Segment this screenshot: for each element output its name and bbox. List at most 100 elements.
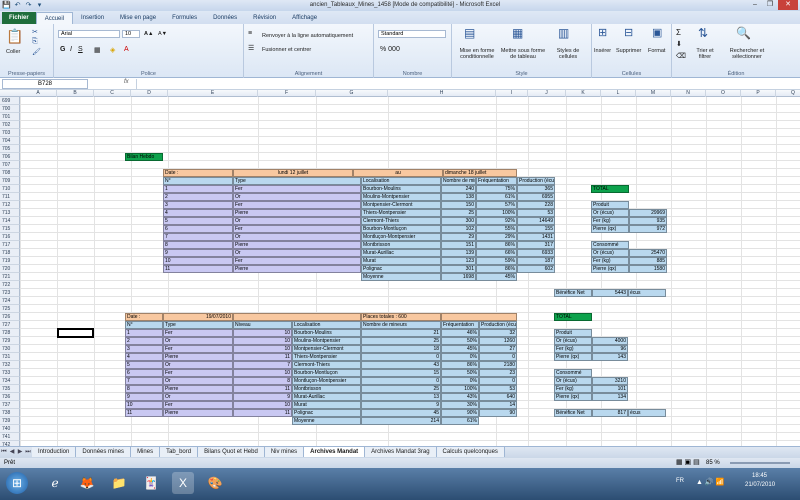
- start-orb-icon[interactable]: ⊞: [6, 472, 28, 494]
- tab-file[interactable]: Fichier: [2, 12, 36, 24]
- align-left-icon[interactable]: ☰: [248, 44, 254, 52]
- t2-benefice-unit[interactable]: écus: [628, 409, 666, 417]
- sort-filter-button[interactable]: Trier et filtrer: [690, 48, 720, 60]
- t2-produit-name[interactable]: Fer (kg): [554, 345, 592, 353]
- tab-data[interactable]: Données: [205, 12, 245, 24]
- sort-filter-icon[interactable]: ⇅: [698, 26, 708, 40]
- t2-places-fill[interactable]: [441, 313, 517, 321]
- row-header[interactable]: 699: [0, 97, 20, 105]
- t1-cell[interactable]: Bourbon-Moulins: [361, 185, 441, 193]
- excel-icon[interactable]: X: [172, 472, 194, 494]
- view-normal-icon[interactable]: ▦ ▣ ▤: [676, 458, 700, 468]
- column-header[interactable]: E: [168, 90, 258, 97]
- row-header[interactable]: 728: [0, 329, 20, 337]
- row-header[interactable]: 732: [0, 361, 20, 369]
- row-header[interactable]: 725: [0, 305, 20, 313]
- t1-conso-value[interactable]: 1580: [629, 265, 667, 273]
- row-header[interactable]: 703: [0, 129, 20, 137]
- t2-moyenne-freq[interactable]: 61%: [441, 417, 479, 425]
- formula-input[interactable]: [136, 79, 798, 89]
- t2-cell[interactable]: Murat-Aurillac: [292, 393, 361, 401]
- row-header[interactable]: 700: [0, 105, 20, 113]
- row-header[interactable]: 724: [0, 297, 20, 305]
- t2-header[interactable]: Nombre de mineurs: [361, 321, 441, 329]
- t2-conso-value[interactable]: 134: [592, 393, 628, 401]
- t1-cell[interactable]: 317: [517, 241, 555, 249]
- delete-cells-icon[interactable]: ⊟: [624, 26, 633, 39]
- t1-cell[interactable]: 25: [441, 209, 476, 217]
- row-header[interactable]: 701: [0, 113, 20, 121]
- row-header[interactable]: 729: [0, 337, 20, 345]
- t2-cell[interactable]: 10: [233, 401, 292, 409]
- t1-cell[interactable]: 3: [163, 201, 233, 209]
- t2-cell[interactable]: 8: [125, 385, 163, 393]
- t2-benefice-label[interactable]: Bénéfice Net: [554, 409, 592, 417]
- name-box[interactable]: B728: [2, 79, 88, 89]
- sheet-tab-niv-mines[interactable]: Niv mines: [264, 447, 305, 457]
- t1-cell[interactable]: Montluçon-Montpensier: [361, 233, 441, 241]
- t2-cell[interactable]: 25: [361, 385, 441, 393]
- t1-produit-name[interactable]: Or (écus): [591, 209, 629, 217]
- t1-moyenne-mineurs[interactable]: 1698: [441, 273, 476, 281]
- tab-view[interactable]: Affichage: [284, 12, 325, 24]
- t2-cell[interactable]: 10: [233, 329, 292, 337]
- row-header[interactable]: 737: [0, 401, 20, 409]
- row-header[interactable]: 722: [0, 281, 20, 289]
- shrink-font-icon[interactable]: A▼: [158, 31, 167, 37]
- fill-icon[interactable]: ⬇: [676, 40, 682, 48]
- t1-benefice-label[interactable]: Bénéfice Net: [554, 289, 592, 297]
- t2-cell[interactable]: 100%: [441, 385, 479, 393]
- t2-conso-label[interactable]: Consommé: [554, 369, 592, 377]
- t2-produit-value[interactable]: 143: [592, 353, 628, 361]
- t2-cell[interactable]: Thiers-Montpensier: [292, 353, 361, 361]
- undo-icon[interactable]: ↶: [13, 1, 22, 10]
- bilan-hebdo-label[interactable]: Bilan Hebdo: [125, 153, 163, 161]
- t1-cell[interactable]: 102: [441, 225, 476, 233]
- t1-produit-value[interactable]: 972: [629, 225, 667, 233]
- t1-cell[interactable]: 86%: [476, 241, 517, 249]
- t1-cell[interactable]: Moulins-Montpensier: [361, 193, 441, 201]
- t1-produit-name[interactable]: Fer (kg): [591, 217, 629, 225]
- t1-cell[interactable]: 7: [163, 233, 233, 241]
- t1-date-to[interactable]: dimanche 18 juillet: [443, 169, 517, 177]
- delete-cells-button[interactable]: Supprimer: [616, 48, 641, 54]
- wrap-text-button[interactable]: Renvoyer à la ligne automatiquement: [262, 33, 353, 39]
- t2-cell[interactable]: 30%: [441, 401, 479, 409]
- font-color-icon[interactable]: A: [124, 46, 129, 53]
- t2-cell[interactable]: Montbrisson: [292, 385, 361, 393]
- t2-cell[interactable]: 86%: [441, 361, 479, 369]
- column-header[interactable]: K: [566, 90, 601, 97]
- t1-produit-label[interactable]: Produit: [591, 201, 629, 209]
- t2-cell[interactable]: 9: [233, 393, 292, 401]
- t1-cell[interactable]: 6933: [517, 249, 555, 257]
- clock-date[interactable]: 21/07/2010: [745, 482, 775, 488]
- borders-icon[interactable]: ▦: [94, 46, 101, 54]
- t2-header[interactable]: Fréquentation: [441, 321, 479, 329]
- first-sheet-icon[interactable]: ⏮: [0, 447, 8, 457]
- insert-cells-icon[interactable]: ⊞: [598, 26, 607, 39]
- t2-cell[interactable]: 45: [361, 409, 441, 417]
- column-header[interactable]: D: [131, 90, 168, 97]
- italic-icon[interactable]: I: [70, 46, 72, 53]
- firefox-icon[interactable]: 🦊: [76, 472, 98, 494]
- t1-produit-value[interactable]: 29969: [629, 209, 667, 217]
- t2-cell[interactable]: 9: [361, 401, 441, 409]
- row-header[interactable]: 720: [0, 265, 20, 273]
- font-size-select[interactable]: 10: [122, 30, 140, 38]
- t2-cell[interactable]: Pierre: [163, 409, 233, 417]
- row-header[interactable]: 738: [0, 409, 20, 417]
- t2-cell[interactable]: 9: [125, 393, 163, 401]
- row-header[interactable]: 741: [0, 433, 20, 441]
- t1-cell[interactable]: 6: [163, 225, 233, 233]
- t2-header[interactable]: Niveau: [233, 321, 292, 329]
- row-header[interactable]: 707: [0, 161, 20, 169]
- row-header[interactable]: 714: [0, 217, 20, 225]
- t1-produit-name[interactable]: Pierre (qx): [591, 225, 629, 233]
- row-header[interactable]: 735: [0, 385, 20, 393]
- find-select-icon[interactable]: 🔍: [736, 26, 751, 40]
- t1-cell[interactable]: 1: [163, 185, 233, 193]
- t1-cell[interactable]: Fer: [233, 201, 361, 209]
- column-header[interactable]: N: [671, 90, 706, 97]
- align-top-icon[interactable]: ≡: [248, 30, 252, 37]
- conditional-format-icon[interactable]: ▤: [464, 26, 475, 40]
